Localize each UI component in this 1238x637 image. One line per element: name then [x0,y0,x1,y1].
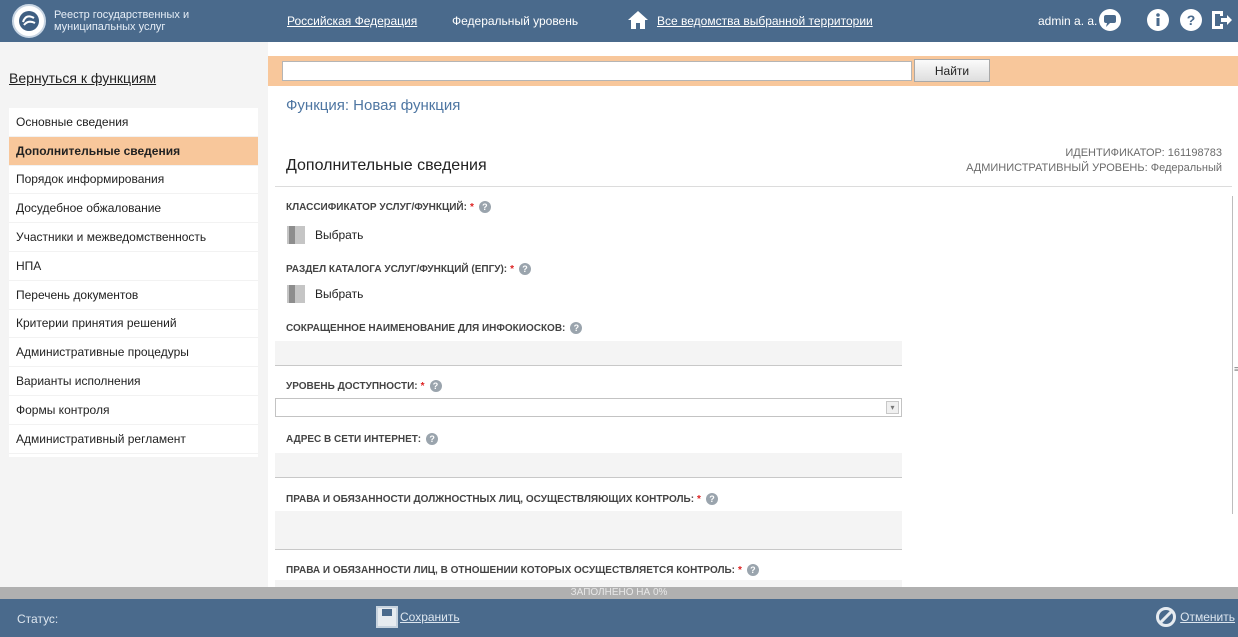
availability-select[interactable]: ▾ [275,398,902,417]
admin-level-text: АДМИНИСТРАТИВНЫЙ УРОВЕНЬ: Федеральный [966,162,1222,174]
help-icon[interactable]: ? [429,380,442,392]
web-address-label-text: АДРЕС В СЕТИ ИНТЕРНЕТ: [286,433,422,445]
officials-rights-label: ПРАВА И ОБЯЗАННОСТИ ДОЛЖНОСТНЫХ ЛИЦ, ОСУ… [286,493,718,505]
short-name-label-text: СОКРАЩЕННОЕ НАИМЕНОВАНИЕ ДЛЯ ИНФОКИОСКОВ… [286,322,566,334]
short-name-label: СОКРАЩЕННОЕ НАИМЕНОВАНИЕ ДЛЯ ИНФОКИОСКОВ… [286,322,583,334]
nav-federation-link[interactable]: Российская Федерация [287,14,417,28]
catalog-label-text: РАЗДЕЛ КАТАЛОГА УСЛУГ/ФУНКЦИЙ (ЕПГУ): [286,263,508,275]
identifier-block: ИДЕНТИФИКАТОР: 161198783 АДМИНИСТРАТИВНЫ… [966,146,1222,176]
required-mark: * [697,493,701,505]
book-icon [287,285,305,303]
divider [275,186,1232,187]
save-button[interactable]: Сохранить [376,606,460,628]
sidebar-item-informing[interactable]: Порядок информирования [9,166,258,195]
required-mark: * [738,564,742,576]
status-label: Статус: [17,612,59,626]
search-input[interactable] [282,61,912,81]
sidebar-item-criteria[interactable]: Критерии принятия решений [9,310,258,339]
cancel-icon [1156,607,1177,627]
logout-icon[interactable] [1208,7,1234,33]
classifier-label-text: КЛАССИФИКАТОР УСЛУГ/ФУНКЦИЙ: [286,201,467,213]
cancel-button[interactable]: Отменить [1156,607,1235,627]
availability-label: УРОВЕНЬ ДОСТУПНОСТИ: *? [286,380,442,392]
top-header: Реестр государственных и муниципальных у… [0,0,1238,42]
sidebar-item-variants[interactable]: Варианты исполнения [9,367,258,396]
availability-label-text: УРОВЕНЬ ДОСТУПНОСТИ: [286,380,418,392]
scrollbar[interactable] [1232,196,1238,514]
info-icon[interactable] [1145,7,1171,33]
user-name[interactable]: admin a. a. [1038,14,1097,28]
classifier-label: КЛАССИФИКАТОР УСЛУГ/ФУНКЦИЙ: *? [286,201,491,213]
sidebar-item-documents[interactable]: Перечень документов [9,281,258,310]
book-icon [287,226,305,244]
sidebar-item-npa[interactable]: НПА [9,252,258,281]
cancel-label: Отменить [1180,610,1235,624]
sidebar-item-regulation[interactable]: Административный регламент [9,425,258,454]
search-bar: Найти [268,56,1238,86]
section-title: Дополнительные сведения [286,157,487,174]
back-to-functions-link[interactable]: Вернуться к функциям [9,70,156,86]
controlled-rights-label: ПРАВА И ОБЯЗАННОСТИ ЛИЦ, В ОТНОШЕНИИ КОТ… [286,564,759,576]
chevron-down-icon[interactable]: ▾ [886,401,899,414]
home-icon[interactable] [626,8,650,32]
required-mark: * [510,263,515,275]
catalog-label: РАЗДЕЛ КАТАЛОГА УСЛУГ/ФУНКЦИЙ (ЕПГУ): *? [286,263,532,275]
save-label: Сохранить [400,610,460,624]
officials-rights-field[interactable] [275,511,902,550]
bottom-bar: Статус: Сохранить Отменить [0,599,1238,637]
help-icon[interactable]: ? [746,564,759,576]
help-icon[interactable]: ? [705,493,718,505]
sidebar-item-basic-info[interactable]: Основные сведения [9,108,258,137]
help-icon[interactable]: ? [478,201,491,213]
nav-departments-link[interactable]: Все ведомства выбранной территории [657,14,873,28]
sidebar-item-appeal[interactable]: Досудебное обжалование [9,194,258,224]
web-address-field[interactable] [275,453,902,478]
controlled-rights-field[interactable] [275,580,902,587]
identifier-text: ИДЕНТИФИКАТОР: 161198783 [1065,147,1222,159]
page-title: Функция: Новая функция [286,97,461,114]
help-icon[interactable]: ? [570,322,583,334]
app-logo[interactable]: Реестр государственных и муниципальных у… [0,0,268,42]
help-icon[interactable]: ? [519,263,532,275]
classifier-select-button[interactable]: Выбрать [287,226,363,244]
help-icon[interactable]: ? [426,433,439,445]
web-address-label: АДРЕС В СЕТИ ИНТЕРНЕТ:? [286,433,439,445]
sidebar-item-procedures[interactable]: Административные процедуры [9,338,258,368]
logo-emblem-icon [12,4,46,38]
short-name-field[interactable] [275,341,902,366]
required-mark: * [420,380,425,392]
sidebar-item-additional-info[interactable]: Дополнительные сведения [9,136,258,166]
search-button[interactable]: Найти [914,59,990,82]
classifier-select-label: Выбрать [315,228,364,242]
nav-level-link[interactable]: Федеральный уровень [452,14,578,28]
officials-rights-label-text: ПРАВА И ОБЯЗАННОСТИ ДОЛЖНОСТНЫХ ЛИЦ, ОСУ… [286,493,695,505]
svg-text:?: ? [1187,12,1196,28]
controlled-rights-label-text: ПРАВА И ОБЯЗАННОСТИ ЛИЦ, В ОТНОШЕНИИ КОТ… [286,564,736,576]
chat-icon[interactable] [1097,7,1123,33]
help-icon[interactable]: ? [1178,7,1204,33]
scrollbar-grip[interactable]: ≡ [1234,364,1238,374]
progress-bar: ЗАПОЛНЕНО НА 0% [0,587,1238,599]
sidebar-item-control-forms[interactable]: Формы контроля [9,396,258,425]
sidebar-item-participants[interactable]: Участники и межведомственность [9,223,258,252]
floppy-disk-icon [376,606,398,628]
logo-text: Реестр государственных и муниципальных у… [54,9,190,33]
sidebar-menu: Основные сведения Дополнительные сведени… [9,108,258,457]
required-mark: * [469,201,474,213]
catalog-select-label: Выбрать [315,287,364,301]
catalog-select-button[interactable]: Выбрать [287,285,363,303]
